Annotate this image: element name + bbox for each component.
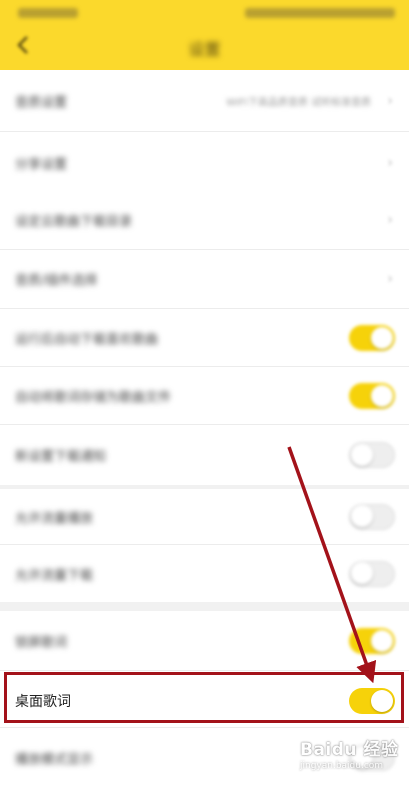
toggle-switch[interactable] bbox=[349, 442, 395, 468]
setting-row-data-play: 允许流量播放 bbox=[0, 489, 409, 545]
setting-row-lockscreen-lyrics: 锁屏歌词 bbox=[0, 611, 409, 671]
setting-row-quality[interactable]: 音质设置 WIFI下高品质音质 试听标准音质 › bbox=[0, 70, 409, 132]
setting-label: 音质设置 bbox=[15, 95, 68, 110]
setting-label: 分享设置 bbox=[15, 157, 68, 172]
setting-row-data-download: 允许流量下载 bbox=[0, 545, 409, 602]
setting-row-share[interactable]: 分享设置 › bbox=[0, 132, 409, 194]
setting-row-download-dir[interactable]: 设定云歌曲下载目录 › bbox=[0, 190, 409, 250]
toggle-switch[interactable] bbox=[349, 324, 395, 351]
watermark-url: jingyan.baidu.com bbox=[300, 761, 384, 771]
settings-group-3: 允许流量播放 允许流量下载 bbox=[0, 489, 409, 602]
toggle-switch[interactable] bbox=[349, 627, 395, 654]
toggle-switch[interactable] bbox=[349, 503, 395, 530]
setting-label: 允许流量下载 bbox=[15, 568, 94, 583]
toggle-switch[interactable] bbox=[349, 382, 395, 409]
page-title: 设置 bbox=[188, 40, 221, 59]
top-bar: 设置 bbox=[0, 0, 409, 70]
chevron-right-icon: › bbox=[387, 92, 393, 109]
toggle-switch[interactable] bbox=[349, 560, 395, 587]
settings-group-1: 音质设置 WIFI下高品质音质 试听标准音质 › 分享设置 › bbox=[0, 70, 409, 194]
setting-value: WIFI下高品质音质 试听标准音质 bbox=[226, 97, 371, 108]
setting-row-lyrics-file: 自动将歌词存储为歌曲文件 bbox=[0, 367, 409, 425]
setting-label: 锁屏歌词 bbox=[15, 635, 68, 650]
setting-label: 播放模式显示 bbox=[15, 752, 94, 767]
setting-label: 音质/插件选择 bbox=[15, 273, 98, 289]
setting-label: 允许流量播放 bbox=[15, 511, 94, 526]
setting-row-notify: 新设置下载通知 bbox=[0, 425, 409, 485]
setting-row-desktop-lyrics: 桌面歌词 bbox=[0, 674, 409, 728]
chevron-right-icon: › bbox=[387, 211, 393, 228]
desktop-lyrics-toggle[interactable] bbox=[349, 687, 395, 714]
setting-label: 新设置下载通知 bbox=[15, 449, 107, 465]
setting-label: 桌面歌词 bbox=[15, 693, 71, 710]
settings-group-2: 设定云歌曲下载目录 › 音质/插件选择 › 运行后自动下载喜欢歌曲 自动将歌词存… bbox=[0, 190, 409, 485]
setting-row-plugin[interactable]: 音质/插件选择 › bbox=[0, 250, 409, 309]
status-bar bbox=[0, 0, 409, 26]
setting-label: 设定云歌曲下载目录 bbox=[15, 214, 133, 229]
setting-label: 运行后自动下载喜欢歌曲 bbox=[15, 332, 159, 347]
chevron-right-icon: › bbox=[387, 271, 393, 287]
setting-label: 自动将歌词存储为歌曲文件 bbox=[15, 390, 172, 405]
baidu-watermark: Baidu 经验 jingyan.baidu.com bbox=[294, 733, 404, 783]
watermark-brand: Baidu 经验 bbox=[300, 740, 399, 760]
setting-row-auto-download: 运行后自动下载喜欢歌曲 bbox=[0, 309, 409, 367]
chevron-right-icon: › bbox=[387, 154, 393, 171]
